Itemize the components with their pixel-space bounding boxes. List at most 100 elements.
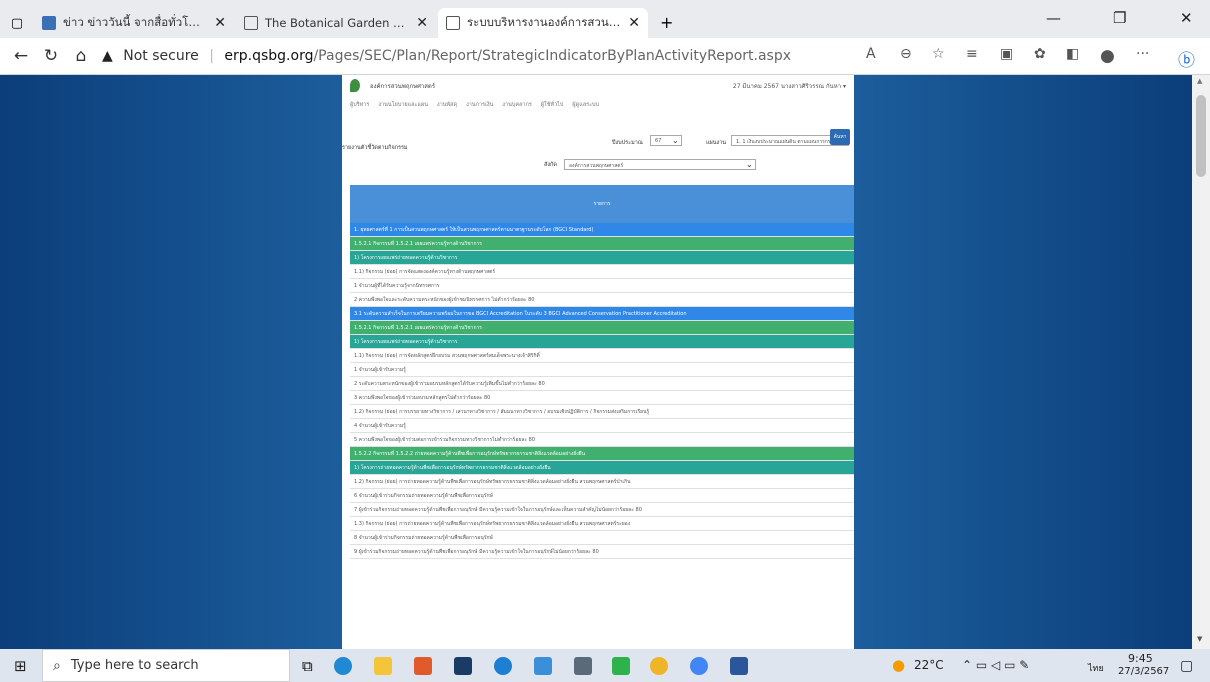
security-label: Not secure bbox=[123, 48, 199, 64]
zoom-icon[interactable]: ⊖ bbox=[900, 46, 912, 62]
tab-botanical[interactable]: The Botanical Garden Organization ✕ bbox=[236, 8, 436, 38]
tab-actions-icon[interactable]: ▢ bbox=[0, 8, 34, 38]
url-field[interactable]: ▲ Not secure | erp.qsbg.org/Pages/SEC/Pl… bbox=[102, 48, 791, 64]
app-icon[interactable] bbox=[534, 657, 552, 675]
menu-item[interactable]: งานพัสดุ bbox=[437, 101, 457, 109]
app-icon[interactable] bbox=[574, 657, 592, 675]
extensions-icon[interactable]: ✿ bbox=[1034, 46, 1046, 62]
close-icon[interactable]: ✕ bbox=[628, 15, 640, 31]
tab-label: The Botanical Garden Organization bbox=[265, 16, 408, 30]
warning-icon: ▲ bbox=[102, 48, 113, 64]
taskbar: ⊞ ⌕ Type here to search ⧉ ● 22°C ⌃ ▭ ◁ ▭… bbox=[0, 649, 1210, 682]
year-label: ปีงบประมาณ bbox=[612, 140, 643, 146]
table-row: 7 ผู้เข้าร่วมกิจกรรมถ่ายทอดความรู้ด้านพื… bbox=[350, 503, 854, 517]
table-row: 1 จำนวนผู้เข้ารับความรู้ bbox=[350, 363, 854, 377]
internet-explorer-icon[interactable] bbox=[494, 657, 512, 675]
user-info[interactable]: 27 มีนาคม 2567 นางสาวศิริวรรณ กันหา ▾ bbox=[733, 81, 846, 91]
scroll-down-icon[interactable]: ▼ bbox=[1197, 635, 1202, 643]
language-indicator[interactable]: ไทย bbox=[1088, 661, 1104, 675]
report-table: รายการ 1. ยุทธศาสตร์ที่ 1 การเป็นสวนพฤกษ… bbox=[350, 185, 854, 559]
tray-icons[interactable]: ⌃ ▭ ◁ ▭ ✎ bbox=[962, 658, 1029, 672]
tab-erp[interactable]: ระบบบริหารงานองค์การสวนพฤกษศาสตร์ ✕ bbox=[438, 8, 648, 38]
collections-icon[interactable]: ▣ bbox=[1000, 46, 1013, 62]
tab-news[interactable]: ข่าว ข่าววันนี้ จากสื่อทั่วโลก ผลบอลโลก … bbox=[34, 8, 234, 38]
home-icon[interactable]: ⌂ bbox=[66, 46, 96, 66]
table-row: 1) โครงการเผยแพร่ถ่ายทอดความรู้ด้านวิชาก… bbox=[350, 335, 854, 349]
menu-item[interactable]: ผู้ดูแลระบบ bbox=[572, 101, 599, 109]
url-path: /Pages/SEC/Plan/Report/StrategicIndicato… bbox=[313, 48, 792, 64]
menu-item[interactable]: งานบุคลากร bbox=[502, 101, 531, 109]
app-icon[interactable]: ◧ bbox=[1066, 46, 1079, 62]
search-placeholder: Type here to search bbox=[70, 658, 199, 673]
address-bar: ← ↻ ⌂ ▲ Not secure | erp.qsbg.org/Pages/… bbox=[0, 38, 1210, 75]
chrome-icon[interactable] bbox=[650, 657, 668, 675]
menu-item[interactable]: ผู้บริหาร bbox=[350, 101, 369, 109]
line-icon[interactable] bbox=[612, 657, 630, 675]
more-icon[interactable]: ··· bbox=[1136, 46, 1149, 62]
notification-icon[interactable]: ▢ bbox=[1180, 658, 1193, 674]
minimize-button[interactable]: — bbox=[1046, 9, 1061, 27]
photoshop-icon[interactable] bbox=[454, 657, 472, 675]
news-icon bbox=[42, 16, 56, 30]
table-row: 1.1) กิจกรรม (ย่อย) การจัดแสดงองค์ความรู… bbox=[350, 265, 854, 279]
word-icon[interactable] bbox=[730, 657, 748, 675]
plan-label: แผนงาน bbox=[706, 140, 727, 146]
tab-bar: ▢ ข่าว ข่าววันนี้ จากสื่อทั่วโลก ผลบอลโล… bbox=[0, 0, 1210, 38]
taskbar-search[interactable]: ⌕ Type here to search bbox=[42, 649, 290, 682]
table-row: 6 จำนวนผู้เข้าร่วมกิจกรรมถ่ายทอดความรู้ด… bbox=[350, 489, 854, 503]
new-tab-button[interactable]: + bbox=[650, 8, 683, 38]
table-row: 4 จำนวนผู้เข้ารับความรู้ bbox=[350, 419, 854, 433]
edge-icon[interactable] bbox=[334, 657, 352, 675]
table-row: 1.3) กิจกรรม (ย่อย) การถ่ายทอดความรู้ด้า… bbox=[350, 517, 854, 531]
page-icon bbox=[244, 16, 258, 30]
restore-button[interactable]: ❐ bbox=[1113, 9, 1126, 27]
close-window-button[interactable]: ✕ bbox=[1180, 9, 1193, 27]
table-row: 5 ความพึงพอใจของผู้เข้าร่วมต่อการเข้าร่ว… bbox=[350, 433, 854, 447]
site-header: องค์การสวนพฤกษศาสตร์ 27 มีนาคม 2567 นางส… bbox=[342, 75, 854, 96]
clock-date[interactable]: 27/3/2567 bbox=[1118, 666, 1169, 677]
table-row: 1) โครงการถ่ายทอดความรู้ด้านพืชเพื่อการอ… bbox=[350, 461, 854, 475]
clock-time[interactable]: 9:45 bbox=[1128, 652, 1153, 665]
table-header: รายการ bbox=[350, 185, 854, 223]
file-explorer-icon[interactable] bbox=[374, 657, 392, 675]
close-icon[interactable]: ✕ bbox=[416, 15, 428, 31]
windows-start-icon[interactable]: ⊞ bbox=[14, 657, 27, 675]
scroll-thumb[interactable] bbox=[1196, 95, 1206, 177]
menu-item[interactable]: งานการเงิน bbox=[466, 101, 493, 109]
task-view-icon[interactable]: ⧉ bbox=[302, 657, 313, 675]
vertical-scrollbar[interactable]: ▲ ▼ bbox=[1192, 75, 1210, 649]
scroll-up-icon[interactable]: ▲ bbox=[1197, 77, 1202, 85]
search-button[interactable]: ค้นหา bbox=[830, 129, 850, 145]
table-row: 9 ผู้เข้าร่วมกิจกรรมถ่ายทอดความรู้ด้านพื… bbox=[350, 545, 854, 559]
table-row: 1.2) กิจกรรม (ย่อย) การบรรยายทางวิชาการ … bbox=[350, 405, 854, 419]
menu-item[interactable]: ผู้ใช้ทั่วไป bbox=[541, 101, 564, 109]
profile-icon[interactable]: ● bbox=[1100, 46, 1115, 66]
chrome-icon[interactable] bbox=[690, 657, 708, 675]
report-title: รายงานตัวชี้วัดตามกิจกรรม bbox=[342, 145, 408, 151]
page-icon bbox=[446, 16, 460, 30]
org-name: องค์การสวนพฤกษศาสตร์ bbox=[370, 82, 436, 90]
main-menu: ผู้บริหาร งานนโยบายและแผน งานพัสดุ งานกา… bbox=[342, 96, 854, 114]
menu-item[interactable]: งานนโยบายและแผน bbox=[378, 101, 428, 109]
tab-label: ระบบบริหารงานองค์การสวนพฤกษศาสตร์ bbox=[467, 15, 620, 29]
url-host: erp.qsbg.org bbox=[224, 48, 314, 64]
close-icon[interactable]: ✕ bbox=[214, 15, 226, 31]
read-aloud-icon[interactable]: A bbox=[866, 46, 876, 62]
tab-label: ข่าว ข่าววันนี้ จากสื่อทั่วโลก ผลบอลโลก bbox=[63, 15, 206, 29]
table-row: 8 จำนวนผู้เข้าร่วมกิจกรรมถ่ายทอดความรู้ด… bbox=[350, 531, 854, 545]
weather-icon[interactable]: ● bbox=[892, 656, 905, 674]
table-row: 1. ยุทธศาสตร์ที่ 1 การเป็นสวนพฤกษศาสตร์ … bbox=[350, 223, 854, 237]
weather-temp[interactable]: 22°C bbox=[914, 658, 944, 672]
back-icon[interactable]: ← bbox=[6, 46, 36, 66]
chevron-down-icon: ⌄ bbox=[672, 136, 679, 145]
org-select[interactable]: องค์การสวนพฤกษศาสตร์ bbox=[564, 159, 756, 170]
table-row: 2 ความพึงพอใจและระดับความตระหนักของผู้เข… bbox=[350, 293, 854, 307]
favorite-icon[interactable]: ☆ bbox=[932, 46, 945, 62]
store-icon[interactable] bbox=[414, 657, 432, 675]
search-icon: ⌕ bbox=[53, 657, 61, 674]
favorites-list-icon[interactable]: ≡ bbox=[966, 46, 978, 62]
bing-icon[interactable]: ⓑ bbox=[1178, 46, 1195, 71]
table-row: 3 ความพึงพอใจของผู้เข้าร่วมอบรมหลักสูตรไ… bbox=[350, 391, 854, 405]
refresh-icon[interactable]: ↻ bbox=[36, 46, 66, 66]
table-row: 1) โครงการเผยแพร่ถ่ายทอดความรู้ด้านวิชาก… bbox=[350, 251, 854, 265]
